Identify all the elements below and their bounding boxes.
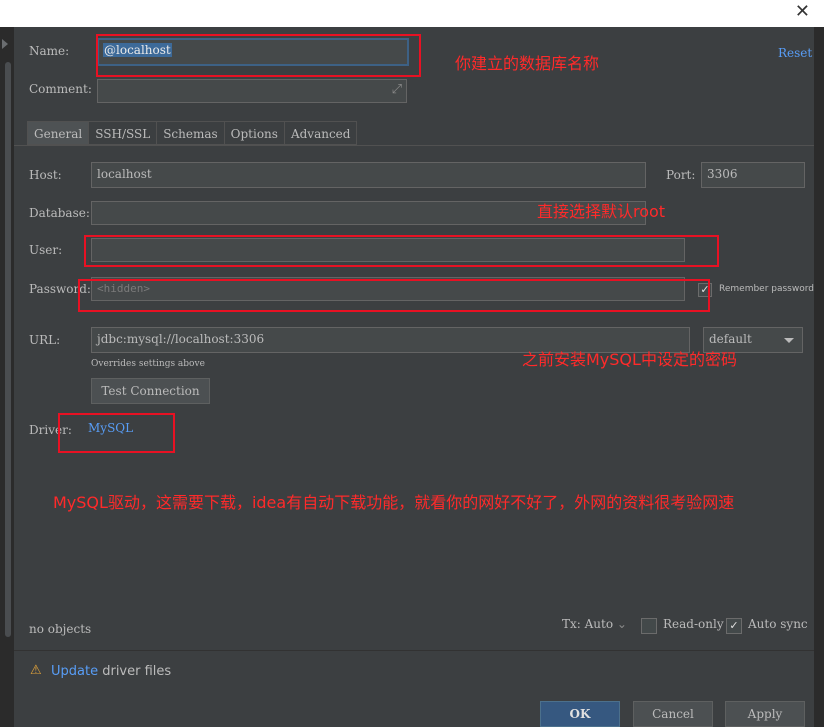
name-annotation: 你建立的数据库名称 xyxy=(455,54,600,73)
expand-icon[interactable]: ⤢ xyxy=(392,82,402,98)
read-only-checkbox[interactable] xyxy=(641,618,657,634)
auto-sync-checkbox[interactable]: ✓ xyxy=(726,618,742,634)
url-mode-value: default xyxy=(709,332,752,346)
database-label: Database: xyxy=(29,206,90,220)
update-driver-message: Update driver files xyxy=(51,664,171,679)
name-annotation-box xyxy=(96,34,421,77)
tab-schemas[interactable]: Schemas xyxy=(157,121,225,145)
tx-mode-select[interactable]: Tx: Auto ⌄ xyxy=(562,617,627,631)
tab-general[interactable]: General xyxy=(27,121,90,145)
driver-annotation: MySQL驱动，这需要下载，idea有自动下载功能，就看你的网好不好了，外网的资… xyxy=(53,493,735,512)
url-label: URL: xyxy=(29,333,61,347)
password-annotation: 之前安装MySQL中设定的密码 xyxy=(522,350,737,369)
driver-annotation-box xyxy=(58,413,175,453)
tab-bar: General SSH/SSL Schemas Options Advanced xyxy=(27,121,358,145)
password-annotation-box xyxy=(78,279,710,312)
apply-label: Apply xyxy=(747,707,783,721)
tab-options[interactable]: Options xyxy=(224,121,285,145)
url-hint: Overrides settings above xyxy=(91,359,205,369)
dialog-title-bar xyxy=(0,0,824,27)
apply-button[interactable]: Apply xyxy=(725,701,805,727)
ok-button[interactable]: OK xyxy=(540,701,620,727)
scrollbar[interactable] xyxy=(5,62,11,637)
remember-password-label[interactable]: Remember password xyxy=(719,284,814,294)
right-edge-strip xyxy=(814,27,824,727)
left-scroll-strip xyxy=(0,27,14,727)
host-input[interactable]: localhost xyxy=(91,162,646,188)
chevron-down-icon: ⌄ xyxy=(616,617,627,631)
url-input-value: jdbc:mysql://localhost:3306 xyxy=(97,332,265,346)
warning-icon: ⚠ xyxy=(30,663,42,678)
test-connection-label: Test Connection xyxy=(101,384,200,398)
cancel-button[interactable]: Cancel xyxy=(633,701,713,727)
chevron-down-icon xyxy=(784,338,794,343)
collapse-arrow-icon[interactable] xyxy=(2,39,8,49)
status-text: no objects xyxy=(29,622,92,636)
port-label: Port: xyxy=(666,168,696,182)
port-input-value: 3306 xyxy=(707,167,738,181)
tx-mode-label: Tx: Auto xyxy=(562,617,614,631)
reset-link[interactable]: Reset xyxy=(778,46,812,60)
host-label: Host: xyxy=(29,168,62,182)
host-input-value: localhost xyxy=(97,167,152,181)
comment-label: Comment: xyxy=(29,82,92,96)
cancel-label: Cancel xyxy=(652,707,694,721)
test-connection-button[interactable]: Test Connection xyxy=(91,378,210,404)
comment-input[interactable]: ⤢ xyxy=(97,79,407,103)
update-driver-text: driver files xyxy=(98,664,172,679)
auto-sync-label[interactable]: Auto sync xyxy=(748,617,808,631)
tab-ssh-ssl[interactable]: SSH/SSL xyxy=(89,121,158,145)
user-annotation-box xyxy=(84,235,719,267)
user-annotation: 直接选择默认root xyxy=(537,202,666,221)
name-label: Name: xyxy=(29,44,70,58)
port-input[interactable]: 3306 xyxy=(701,162,805,188)
update-driver-link[interactable]: Update xyxy=(51,664,98,679)
read-only-label[interactable]: Read-only xyxy=(663,617,724,631)
ok-label: OK xyxy=(569,707,591,721)
close-icon[interactable]: ✕ xyxy=(795,2,810,22)
tab-divider xyxy=(14,145,814,146)
tab-advanced[interactable]: Advanced xyxy=(284,121,358,145)
user-label: User: xyxy=(29,243,63,257)
